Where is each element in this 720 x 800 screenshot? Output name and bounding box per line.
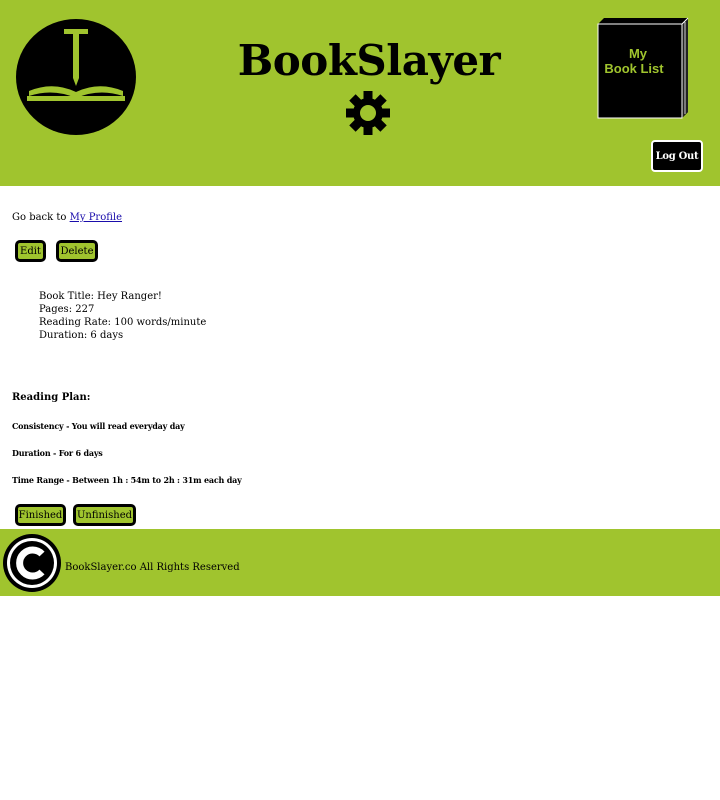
- my-profile-link[interactable]: My Profile: [70, 212, 122, 223]
- edit-button[interactable]: Edit: [15, 240, 46, 262]
- book-duration: Duration: 6 days: [39, 330, 124, 341]
- book-list-label-line2: Book List: [604, 61, 664, 76]
- book-reading-rate: Reading Rate: 100 words/minute: [39, 317, 207, 328]
- plan-time-range: Time Range - Between 1h : 54m to 2h : 31…: [12, 475, 242, 485]
- plan-consistency: Consistency - You will read everyday day: [12, 421, 185, 431]
- back-prefix: Go back to: [12, 212, 67, 223]
- site-header: BookSlayer My Book List Log Out: [0, 0, 720, 186]
- gear-icon[interactable]: [346, 91, 390, 135]
- unfinished-button[interactable]: Unfinished: [73, 504, 136, 526]
- logout-button[interactable]: Log Out: [651, 140, 703, 172]
- reading-plan-heading: Reading Plan:: [12, 392, 91, 403]
- book-title: Book Title: Hey Ranger!: [39, 291, 162, 302]
- delete-button[interactable]: Delete: [56, 240, 98, 262]
- my-book-list-button[interactable]: My Book List: [594, 16, 692, 120]
- footer-text: BookSlayer.co All Rights Reserved: [65, 562, 240, 573]
- book-list-label-line1: My: [629, 46, 648, 61]
- finished-button[interactable]: Finished: [15, 504, 66, 526]
- plan-duration: Duration - For 6 days: [12, 448, 103, 458]
- site-footer: BookSlayer.co All Rights Reserved: [0, 529, 720, 596]
- book-icon: My Book List: [597, 17, 689, 119]
- back-link-row: Go back to My Profile: [12, 212, 122, 223]
- copyright-icon: [3, 534, 61, 592]
- book-details: Book Title: Hey Ranger! Pages: 227 Readi…: [39, 290, 206, 342]
- book-pages: Pages: 227: [39, 304, 95, 315]
